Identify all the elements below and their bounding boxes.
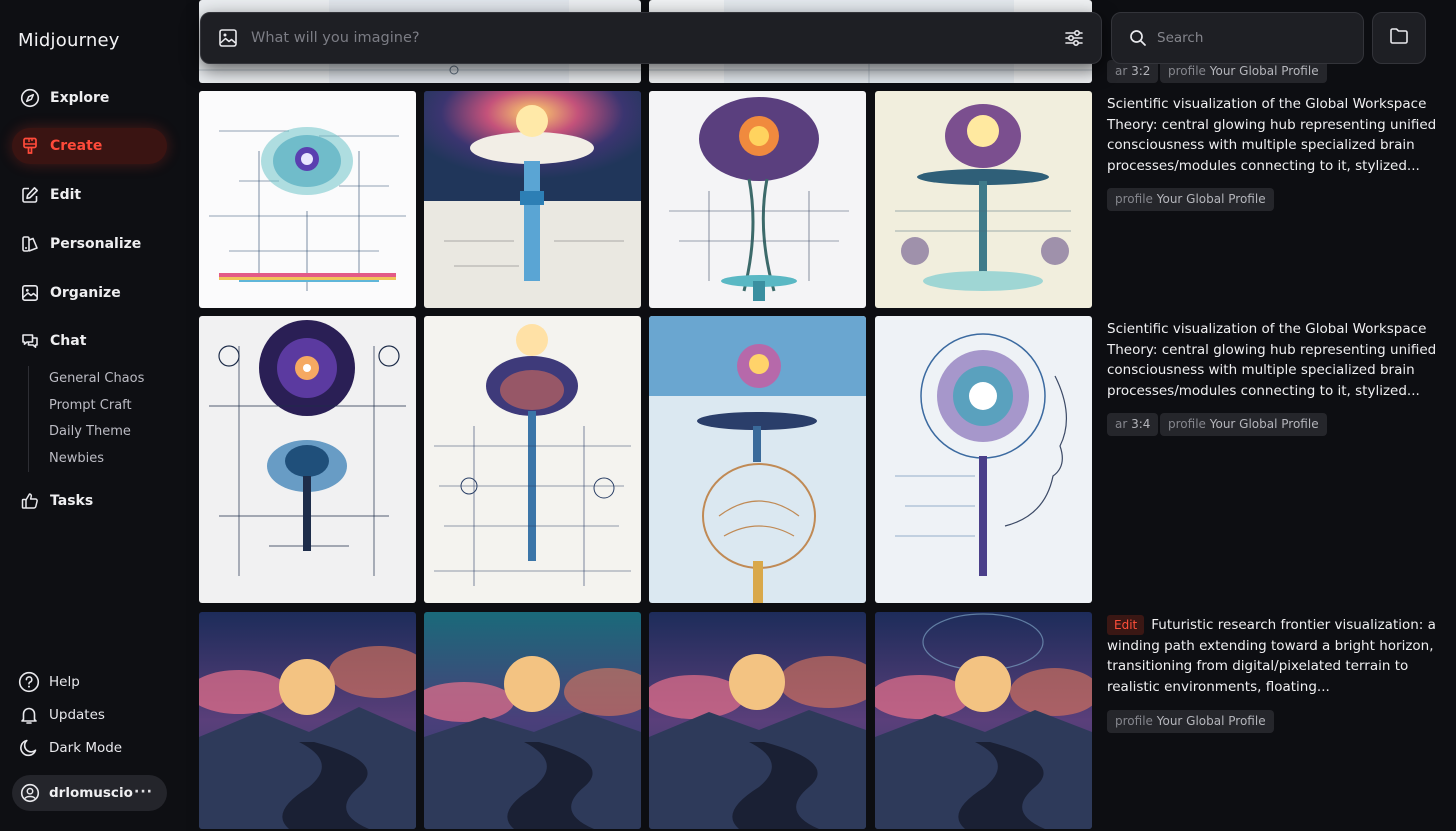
job-prompt-text[interactable]: Scientific visualization of the Global W… xyxy=(1107,319,1437,401)
job-prompt-block: Edit Futuristic research frontier visuali… xyxy=(1107,615,1437,697)
job-prompt-text[interactable]: Scientific visualization of the Global W… xyxy=(1107,94,1437,176)
tag-value: Your Global Profile xyxy=(1209,64,1319,78)
image-tile[interactable] xyxy=(199,91,416,308)
job-prompt-text[interactable]: Futuristic research frontier visualizati… xyxy=(1107,617,1436,695)
channel-general-chaos[interactable]: General Chaos xyxy=(49,366,144,393)
job-tag-profile[interactable]: profile Your Global Profile xyxy=(1107,710,1274,733)
palette-icon xyxy=(20,234,40,254)
folder-button[interactable] xyxy=(1372,12,1426,64)
search-input[interactable] xyxy=(1157,30,1363,46)
help-label: Help xyxy=(49,674,80,690)
thumbs-up-icon xyxy=(20,491,40,511)
edit-badge[interactable]: Edit xyxy=(1107,615,1145,635)
moon-icon xyxy=(18,737,40,759)
tag-key: profile xyxy=(1115,192,1153,206)
search-icon xyxy=(1129,29,1147,47)
tag-key: ar xyxy=(1115,417,1128,431)
user-icon xyxy=(20,783,40,803)
tag-value: Your Global Profile xyxy=(1156,192,1266,206)
image-tile[interactable] xyxy=(649,612,866,829)
nav-chat-label: Chat xyxy=(50,333,87,349)
bell-icon xyxy=(18,704,40,726)
compass-icon xyxy=(20,88,40,108)
image-tile[interactable] xyxy=(875,316,1092,603)
user-menu[interactable]: drlomuscio ··· xyxy=(12,775,167,811)
nav-personalize[interactable]: Personalize xyxy=(12,226,167,262)
job-tag-profile[interactable]: profile Your Global Profile xyxy=(1107,188,1274,211)
nav-create[interactable]: Create xyxy=(12,128,167,164)
username: drlomuscio xyxy=(49,785,133,801)
nav-explore[interactable]: Explore xyxy=(12,80,167,116)
prompt-bar xyxy=(200,12,1102,64)
more-options-icon[interactable]: ··· xyxy=(134,784,153,800)
edit-icon xyxy=(20,185,40,205)
tag-value: 3:4 xyxy=(1131,417,1151,431)
tag-key: ar xyxy=(1115,64,1128,78)
image-tile[interactable] xyxy=(424,91,641,308)
tag-value: Your Global Profile xyxy=(1156,714,1266,728)
nav-organize[interactable]: Organize xyxy=(12,275,167,311)
help-icon xyxy=(18,671,40,693)
brush-icon xyxy=(20,136,40,156)
channel-prompt-craft[interactable]: Prompt Craft xyxy=(49,393,144,420)
image-upload-icon[interactable] xyxy=(218,28,238,48)
nav-organize-label: Organize xyxy=(50,285,121,301)
channel-newbies[interactable]: Newbies xyxy=(49,446,144,473)
channel-daily-theme[interactable]: Daily Theme xyxy=(49,419,144,446)
folder-icon xyxy=(1389,27,1409,49)
image-tile[interactable] xyxy=(875,91,1092,308)
nav-personalize-label: Personalize xyxy=(50,236,142,252)
job-tag-aspect-ratio[interactable]: ar 3:4 xyxy=(1107,413,1159,436)
image-tile[interactable] xyxy=(649,91,866,308)
tag-key: profile xyxy=(1168,64,1206,78)
updates-label: Updates xyxy=(49,707,105,723)
image-tile[interactable] xyxy=(199,316,416,603)
dark-mode-label: Dark Mode xyxy=(49,740,123,756)
tag-value: 3:2 xyxy=(1131,64,1151,78)
nav-tasks[interactable]: Tasks xyxy=(12,483,167,519)
nav-edit[interactable]: Edit xyxy=(12,177,167,213)
app-logo[interactable]: Midjourney xyxy=(18,30,120,51)
nav-tasks-label: Tasks xyxy=(50,493,94,509)
help-link[interactable]: Help xyxy=(18,671,80,693)
image-tile[interactable] xyxy=(875,612,1092,829)
tag-key: profile xyxy=(1115,714,1153,728)
prompt-input[interactable] xyxy=(251,30,1063,46)
settings-sliders-icon[interactable] xyxy=(1063,27,1085,49)
dark-mode-toggle[interactable]: Dark Mode xyxy=(18,737,122,759)
image-tile[interactable] xyxy=(424,316,641,603)
nav-create-label: Create xyxy=(50,138,103,154)
image-icon xyxy=(20,283,40,303)
chat-icon xyxy=(20,331,40,351)
tag-value: Your Global Profile xyxy=(1209,417,1319,431)
image-tile[interactable] xyxy=(649,316,866,603)
updates-link[interactable]: Updates xyxy=(18,704,105,726)
app-root: Midjourney Explore Create Edit Personali… xyxy=(0,0,1456,831)
tag-key: profile xyxy=(1168,417,1206,431)
nav-chat[interactable]: Chat xyxy=(12,323,167,359)
search-box xyxy=(1111,12,1364,64)
image-tile[interactable] xyxy=(424,612,641,829)
job-tag-profile[interactable]: profile Your Global Profile xyxy=(1160,413,1327,436)
nav-edit-label: Edit xyxy=(50,187,82,203)
chat-channel-list: General Chaos Prompt Craft Daily Theme N… xyxy=(28,366,144,472)
sidebar: Midjourney Explore Create Edit Personali… xyxy=(0,0,186,831)
image-tile[interactable] xyxy=(199,612,416,829)
nav-explore-label: Explore xyxy=(50,90,110,106)
